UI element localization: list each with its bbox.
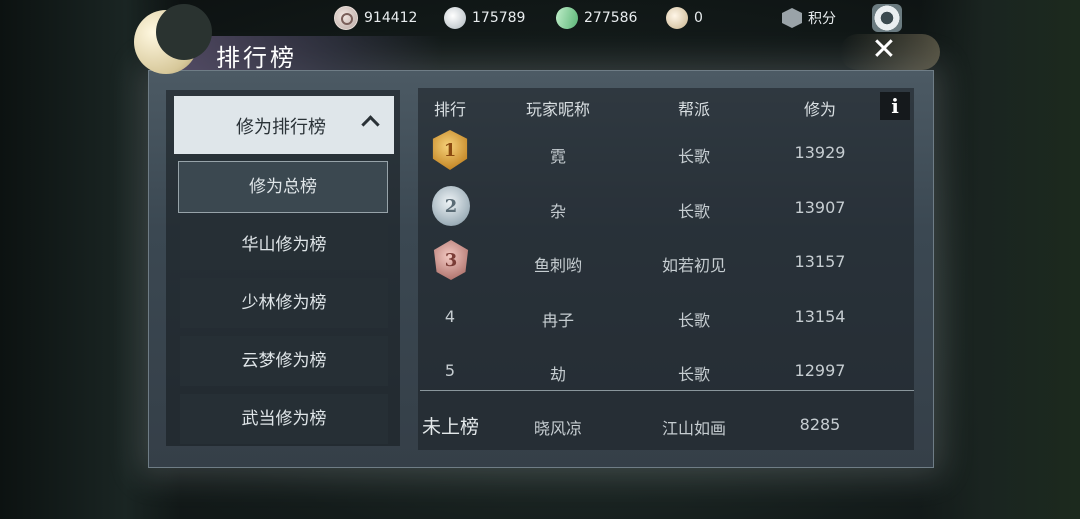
- silver-icon: [444, 7, 466, 29]
- guild-name: 长歌: [677, 365, 710, 384]
- settings-icon[interactable]: [872, 4, 902, 32]
- category-header[interactable]: 修为排行榜: [174, 96, 394, 154]
- cultivation-value: 12997: [794, 361, 846, 380]
- silver-value: 175789: [472, 10, 526, 26]
- score-label: 积分: [808, 11, 836, 27]
- cultivation-value: 13907: [794, 198, 846, 217]
- score-button[interactable]: 积分: [782, 6, 836, 30]
- background-right: [920, 0, 1080, 519]
- page-title: 排行榜: [216, 44, 297, 72]
- category-header-label: 修为排行榜: [236, 117, 326, 138]
- jade-icon: [551, 2, 583, 34]
- rank-number: 5: [444, 361, 456, 380]
- silver-medal-icon: 2: [432, 186, 470, 226]
- guild-name: 长歌: [677, 202, 710, 221]
- rank-number: 4: [444, 307, 456, 326]
- header-rank: 排行: [433, 100, 466, 119]
- close-button[interactable]: ✕: [868, 34, 900, 66]
- player-name: 劫: [549, 365, 566, 384]
- sidebar-item-huashan[interactable]: 华山修为榜: [180, 220, 388, 270]
- sidebar-item-shaolin[interactable]: 少林修为榜: [180, 278, 388, 328]
- resource-bag[interactable]: 0: [666, 6, 703, 30]
- self-player-name: 晓风凉: [533, 419, 582, 438]
- guild-name: 长歌: [677, 311, 710, 330]
- player-name: 杂: [549, 202, 566, 221]
- header-guild: 帮派: [677, 100, 710, 119]
- self-rank: 未上榜: [422, 416, 480, 438]
- resource-silver[interactable]: 175789: [444, 6, 525, 30]
- title-banner: [172, 36, 442, 70]
- bag-value: 0: [694, 10, 703, 26]
- self-cultivation-value: 8285: [799, 415, 841, 434]
- self-guild-name: 江山如画: [661, 419, 726, 438]
- jade-value: 277586: [584, 10, 638, 26]
- chevron-up-icon: [361, 115, 380, 134]
- sidebar-item-wudang[interactable]: 武当修为榜: [180, 394, 388, 444]
- sidebar-item-yunmeng[interactable]: 云梦修为榜: [180, 336, 388, 386]
- bag-icon: [666, 7, 688, 29]
- shield-icon: [782, 8, 802, 28]
- cultivation-value: 13929: [794, 143, 846, 162]
- table-divider: [420, 390, 914, 391]
- info-button[interactable]: i: [880, 92, 910, 120]
- guild-name: 长歌: [677, 147, 710, 166]
- player-name: 鱼刺哟: [533, 256, 582, 275]
- player-name: 冉子: [541, 311, 574, 330]
- sidebar-item-total[interactable]: 修为总榜: [178, 161, 388, 213]
- player-name: 霓: [549, 147, 566, 166]
- header-cultivation: 修为: [803, 100, 836, 119]
- close-icon: ✕: [871, 32, 897, 67]
- cultivation-value: 13157: [794, 252, 846, 271]
- moon-icon: [134, 4, 212, 74]
- resource-jade[interactable]: 277586: [551, 2, 638, 34]
- cultivation-value: 13154: [794, 307, 846, 326]
- header-player-name: 玩家昵称: [525, 100, 590, 119]
- guild-name: 如若初见: [661, 256, 726, 275]
